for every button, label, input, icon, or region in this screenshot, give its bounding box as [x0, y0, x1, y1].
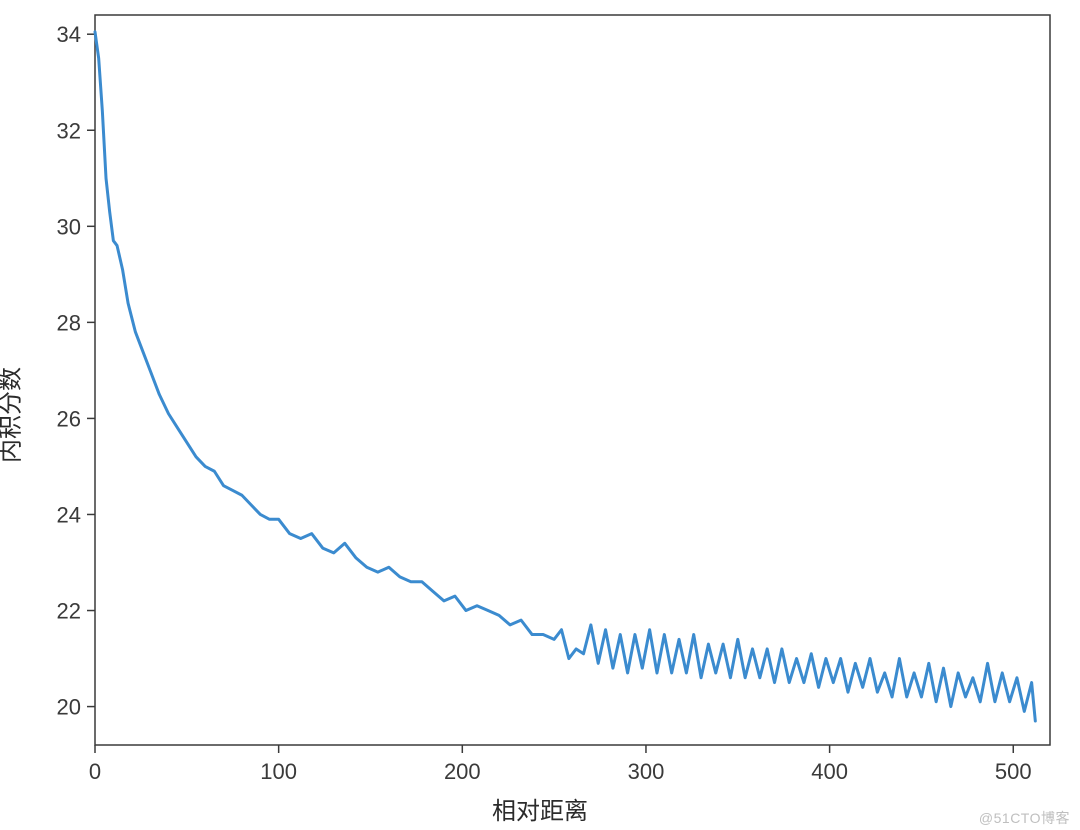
x-tick-label: 200 [444, 759, 481, 784]
x-axis-label: 相对距离 [0, 791, 1080, 826]
plot-frame [95, 15, 1050, 745]
y-tick-label: 22 [57, 599, 81, 624]
y-tick-label: 34 [57, 22, 81, 47]
x-tick-label: 300 [628, 759, 665, 784]
y-axis-label: 内积分数 [0, 367, 26, 463]
y-tick-label: 28 [57, 310, 81, 335]
line-chart: 0 100 200 300 400 500 20 22 24 26 28 30 32 34 [0, 0, 1080, 830]
y-tick-label: 20 [57, 695, 81, 720]
x-tick-label: 400 [811, 759, 848, 784]
chart-container: 内积分数 0 100 200 300 400 500 20 22 24 26 28 30 32 34 相对… [0, 0, 1080, 830]
series-line [95, 32, 1035, 721]
y-tick-label: 24 [57, 502, 81, 527]
x-tick-label: 0 [89, 759, 101, 784]
y-tick-label: 32 [57, 118, 81, 143]
y-tick-label: 26 [57, 406, 81, 431]
y-tick-label: 30 [57, 214, 81, 239]
watermark-text: @51CTO博客 [979, 808, 1070, 828]
x-tick-label: 100 [260, 759, 297, 784]
x-tick-label: 500 [995, 759, 1032, 784]
